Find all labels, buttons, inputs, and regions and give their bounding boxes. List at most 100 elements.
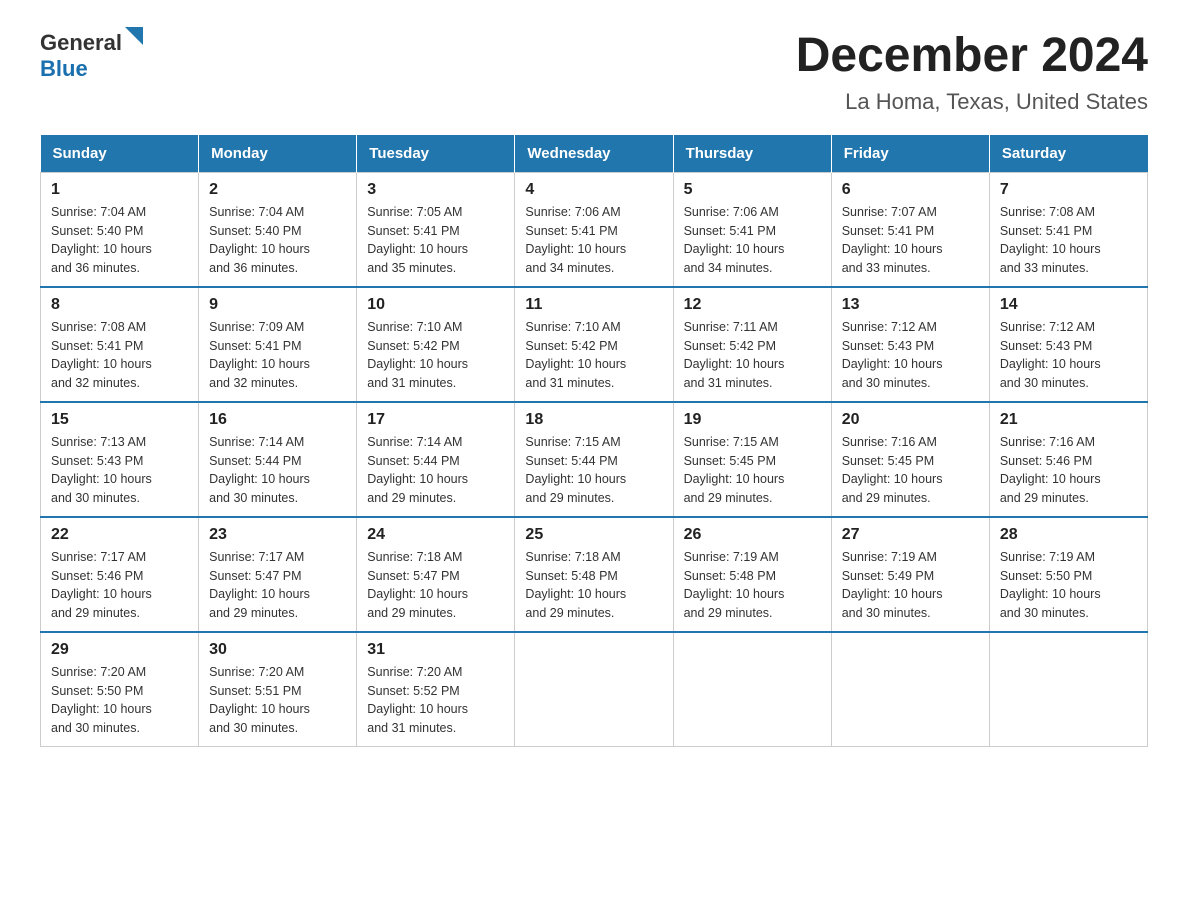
day-info: Sunrise: 7:14 AMSunset: 5:44 PMDaylight:… xyxy=(209,433,346,508)
page-title: December 2024 xyxy=(796,30,1148,83)
day-number: 1 xyxy=(51,181,188,199)
day-info: Sunrise: 7:20 AMSunset: 5:50 PMDaylight:… xyxy=(51,663,188,738)
day-number: 24 xyxy=(367,526,504,544)
table-row: 21 Sunrise: 7:16 AMSunset: 5:46 PMDayligh… xyxy=(989,402,1147,517)
day-info: Sunrise: 7:16 AMSunset: 5:46 PMDaylight:… xyxy=(1000,433,1137,508)
day-info: Sunrise: 7:08 AMSunset: 5:41 PMDaylight:… xyxy=(1000,203,1137,278)
day-number: 21 xyxy=(1000,411,1137,429)
logo-blue-text: Blue xyxy=(40,56,88,81)
col-wednesday: Wednesday xyxy=(515,135,673,173)
day-info: Sunrise: 7:18 AMSunset: 5:47 PMDaylight:… xyxy=(367,548,504,623)
day-number: 17 xyxy=(367,411,504,429)
table-row: 26 Sunrise: 7:19 AMSunset: 5:48 PMDayligh… xyxy=(673,517,831,632)
day-number: 22 xyxy=(51,526,188,544)
day-number: 19 xyxy=(684,411,821,429)
page-header: General Blue December 2024 La Homa, Texa… xyxy=(40,30,1148,115)
day-info: Sunrise: 7:14 AMSunset: 5:44 PMDaylight:… xyxy=(367,433,504,508)
logo-general-text: General xyxy=(40,30,122,56)
calendar-header-row: Sunday Monday Tuesday Wednesday Thursday… xyxy=(41,135,1148,173)
table-row xyxy=(515,632,673,747)
day-number: 26 xyxy=(684,526,821,544)
table-row: 12Sunrise: 7:11 AMSunset: 5:42 PMDayligh… xyxy=(673,287,831,402)
col-thursday: Thursday xyxy=(673,135,831,173)
col-tuesday: Tuesday xyxy=(357,135,515,173)
day-info: Sunrise: 7:06 AMSunset: 5:41 PMDaylight:… xyxy=(525,203,662,278)
day-number: 3 xyxy=(367,181,504,199)
col-saturday: Saturday xyxy=(989,135,1147,173)
table-row: 9 Sunrise: 7:09 AMSunset: 5:41 PMDaylight… xyxy=(199,287,357,402)
day-info: Sunrise: 7:12 AMSunset: 5:43 PMDaylight:… xyxy=(1000,318,1137,393)
day-info: Sunrise: 7:09 AMSunset: 5:41 PMDaylight:… xyxy=(209,318,346,393)
calendar-week-row: 29Sunrise: 7:20 AMSunset: 5:50 PMDayligh… xyxy=(41,632,1148,747)
col-monday: Monday xyxy=(199,135,357,173)
day-info: Sunrise: 7:17 AMSunset: 5:46 PMDaylight:… xyxy=(51,548,188,623)
day-number: 28 xyxy=(1000,526,1137,544)
table-row: 31Sunrise: 7:20 AMSunset: 5:52 PMDayligh… xyxy=(357,632,515,747)
day-number: 5 xyxy=(684,181,821,199)
calendar-week-row: 8Sunrise: 7:08 AMSunset: 5:41 PMDaylight… xyxy=(41,287,1148,402)
table-row: 11Sunrise: 7:10 AMSunset: 5:42 PMDayligh… xyxy=(515,287,673,402)
table-row: 27 Sunrise: 7:19 AMSunset: 5:49 PMDayligh… xyxy=(831,517,989,632)
day-info: Sunrise: 7:19 AMSunset: 5:49 PMDaylight:… xyxy=(842,548,979,623)
logo: General Blue xyxy=(40,30,143,82)
calendar-week-row: 22 Sunrise: 7:17 AMSunset: 5:46 PMDayligh… xyxy=(41,517,1148,632)
table-row: 29Sunrise: 7:20 AMSunset: 5:50 PMDayligh… xyxy=(41,632,199,747)
calendar-week-row: 15Sunrise: 7:13 AMSunset: 5:43 PMDayligh… xyxy=(41,402,1148,517)
title-block: December 2024 La Homa, Texas, United Sta… xyxy=(796,30,1148,115)
day-number: 30 xyxy=(209,641,346,659)
day-info: Sunrise: 7:08 AMSunset: 5:41 PMDaylight:… xyxy=(51,318,188,393)
calendar-week-row: 1 Sunrise: 7:04 AMSunset: 5:40 PMDaylight… xyxy=(41,172,1148,287)
table-row: 6 Sunrise: 7:07 AMSunset: 5:41 PMDaylight… xyxy=(831,172,989,287)
table-row: 22 Sunrise: 7:17 AMSunset: 5:46 PMDayligh… xyxy=(41,517,199,632)
day-info: Sunrise: 7:20 AMSunset: 5:51 PMDaylight:… xyxy=(209,663,346,738)
table-row: 1 Sunrise: 7:04 AMSunset: 5:40 PMDaylight… xyxy=(41,172,199,287)
table-row: 4 Sunrise: 7:06 AMSunset: 5:41 PMDaylight… xyxy=(515,172,673,287)
table-row: 17 Sunrise: 7:14 AMSunset: 5:44 PMDayligh… xyxy=(357,402,515,517)
day-number: 20 xyxy=(842,411,979,429)
table-row xyxy=(989,632,1147,747)
table-row: 14 Sunrise: 7:12 AMSunset: 5:43 PMDayligh… xyxy=(989,287,1147,402)
day-info: Sunrise: 7:07 AMSunset: 5:41 PMDaylight:… xyxy=(842,203,979,278)
day-info: Sunrise: 7:19 AMSunset: 5:48 PMDaylight:… xyxy=(684,548,821,623)
table-row: 7Sunrise: 7:08 AMSunset: 5:41 PMDaylight… xyxy=(989,172,1147,287)
table-row: 16 Sunrise: 7:14 AMSunset: 5:44 PMDayligh… xyxy=(199,402,357,517)
day-number: 4 xyxy=(525,181,662,199)
day-number: 27 xyxy=(842,526,979,544)
day-number: 11 xyxy=(525,296,662,314)
day-number: 6 xyxy=(842,181,979,199)
day-number: 14 xyxy=(1000,296,1137,314)
day-info: Sunrise: 7:10 AMSunset: 5:42 PMDaylight:… xyxy=(367,318,504,393)
table-row: 25 Sunrise: 7:18 AMSunset: 5:48 PMDayligh… xyxy=(515,517,673,632)
day-info: Sunrise: 7:04 AMSunset: 5:40 PMDaylight:… xyxy=(51,203,188,278)
calendar-table: Sunday Monday Tuesday Wednesday Thursday… xyxy=(40,135,1148,747)
day-info: Sunrise: 7:13 AMSunset: 5:43 PMDaylight:… xyxy=(51,433,188,508)
day-info: Sunrise: 7:15 AMSunset: 5:45 PMDaylight:… xyxy=(684,433,821,508)
col-friday: Friday xyxy=(831,135,989,173)
day-info: Sunrise: 7:20 AMSunset: 5:52 PMDaylight:… xyxy=(367,663,504,738)
table-row: 19 Sunrise: 7:15 AMSunset: 5:45 PMDayligh… xyxy=(673,402,831,517)
day-number: 16 xyxy=(209,411,346,429)
table-row: 13Sunrise: 7:12 AMSunset: 5:43 PMDayligh… xyxy=(831,287,989,402)
table-row: 10 Sunrise: 7:10 AMSunset: 5:42 PMDayligh… xyxy=(357,287,515,402)
day-number: 12 xyxy=(684,296,821,314)
day-number: 18 xyxy=(525,411,662,429)
page-subtitle: La Homa, Texas, United States xyxy=(796,89,1148,115)
day-info: Sunrise: 7:18 AMSunset: 5:48 PMDaylight:… xyxy=(525,548,662,623)
day-number: 25 xyxy=(525,526,662,544)
table-row xyxy=(831,632,989,747)
table-row: 2Sunrise: 7:04 AMSunset: 5:40 PMDaylight… xyxy=(199,172,357,287)
day-number: 23 xyxy=(209,526,346,544)
day-info: Sunrise: 7:16 AMSunset: 5:45 PMDaylight:… xyxy=(842,433,979,508)
day-number: 10 xyxy=(367,296,504,314)
table-row: 18Sunrise: 7:15 AMSunset: 5:44 PMDayligh… xyxy=(515,402,673,517)
day-info: Sunrise: 7:19 AMSunset: 5:50 PMDaylight:… xyxy=(1000,548,1137,623)
day-number: 9 xyxy=(209,296,346,314)
day-info: Sunrise: 7:04 AMSunset: 5:40 PMDaylight:… xyxy=(209,203,346,278)
table-row: 30 Sunrise: 7:20 AMSunset: 5:51 PMDayligh… xyxy=(199,632,357,747)
table-row: 28 Sunrise: 7:19 AMSunset: 5:50 PMDayligh… xyxy=(989,517,1147,632)
table-row: 24 Sunrise: 7:18 AMSunset: 5:47 PMDayligh… xyxy=(357,517,515,632)
day-info: Sunrise: 7:17 AMSunset: 5:47 PMDaylight:… xyxy=(209,548,346,623)
col-sunday: Sunday xyxy=(41,135,199,173)
day-info: Sunrise: 7:12 AMSunset: 5:43 PMDaylight:… xyxy=(842,318,979,393)
table-row: 5Sunrise: 7:06 AMSunset: 5:41 PMDaylight… xyxy=(673,172,831,287)
